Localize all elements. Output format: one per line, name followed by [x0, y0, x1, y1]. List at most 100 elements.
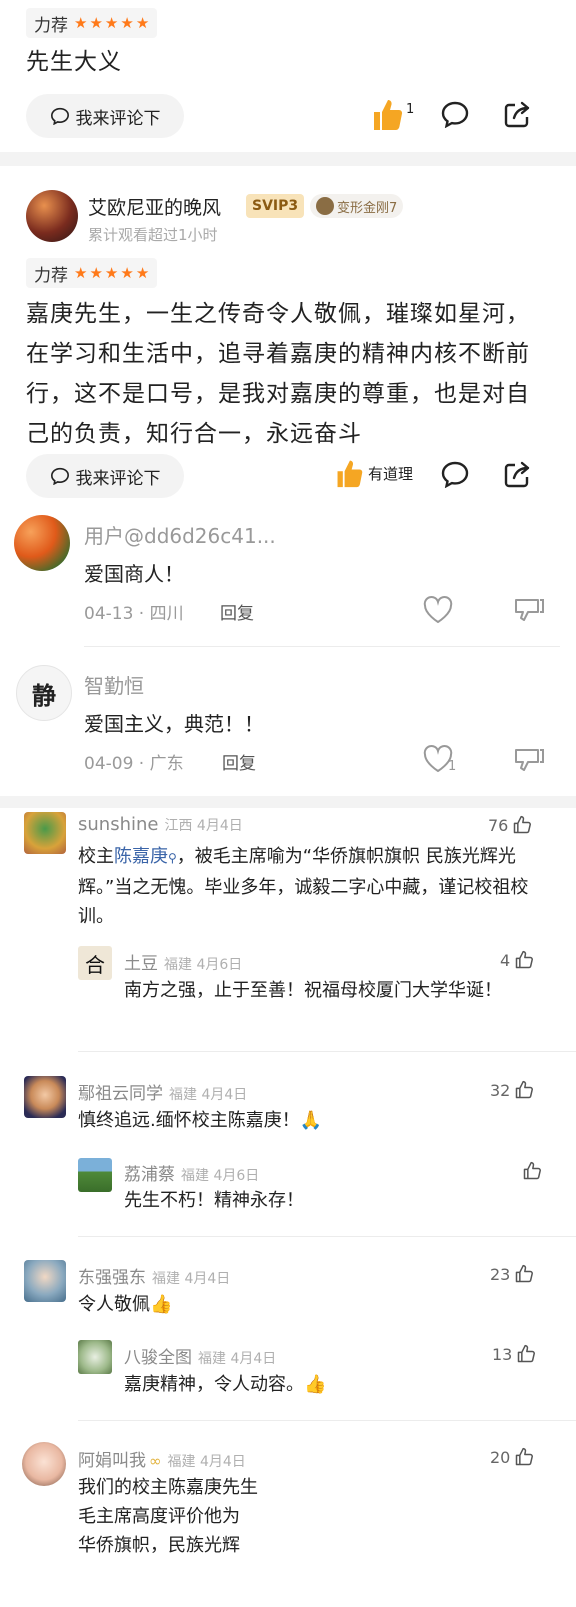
entity-link[interactable]: 陈嘉庚	[114, 846, 168, 867]
comment-username[interactable]: 土豆 福建 4月6日	[124, 949, 242, 974]
review-card-1: 力荐 ★ ★ ★ ★ ★ 先生大义 我来评论下 1	[0, 0, 576, 152]
comment-like-button[interactable]: 4	[500, 950, 534, 970]
avatar[interactable]	[24, 1260, 66, 1302]
thumbs-up-outline-icon	[523, 1161, 541, 1180]
star-icon: ★	[89, 13, 103, 32]
comment-username-text: 东强强东	[78, 1268, 146, 1288]
search-icon[interactable]: ⚲	[168, 851, 177, 865]
comment-meta: 江西 4月4日	[164, 818, 243, 834]
reply-meta: 04-13 · 四川	[84, 604, 184, 624]
comment-like-button[interactable]: 23	[490, 1264, 534, 1284]
thumbs-up-outline-icon	[514, 815, 532, 834]
comment-text: 令人敬佩👍	[78, 1294, 173, 1315]
rating-badge: 力荐 ★ ★ ★ ★ ★	[26, 258, 158, 288]
comment-bubble-icon	[50, 107, 69, 125]
comment-username-text: sunshine	[78, 814, 159, 835]
write-comment-button[interactable]: 我来评论下	[26, 94, 184, 138]
rating-stars: ★ ★ ★ ★ ★	[74, 263, 149, 282]
like-count: 1	[406, 101, 415, 117]
heart-count: 1	[448, 759, 457, 774]
medal-label: 变形金刚7	[337, 200, 398, 216]
star-icon: ★	[135, 13, 150, 32]
comment-text: 嘉庚精神，令人动容。👍	[124, 1374, 327, 1395]
avatar[interactable]: 静	[16, 665, 72, 721]
share-icon[interactable]	[502, 100, 532, 130]
section-divider	[0, 796, 576, 808]
agree-button[interactable]: 有道理	[334, 456, 413, 490]
comment-like-button[interactable]	[518, 1161, 542, 1181]
medal-icon	[316, 197, 334, 215]
thumbs-up-outline-icon	[516, 1264, 534, 1283]
reply-button[interactable]: 回复	[220, 599, 254, 624]
comment-like-button[interactable]: 13	[492, 1344, 536, 1364]
write-comment-label: 我来评论下	[75, 108, 161, 129]
avatar[interactable]	[14, 515, 70, 571]
comment-text: 校主陈嘉庚⚲，被毛主席喻为“华侨旗帜旗帜 民族光辉光辉。”当之无愧。毕业多年，诚…	[78, 842, 548, 931]
thread-divider	[78, 1420, 576, 1421]
comment-text: 我们的校主陈嘉庚先生 毛主席高度评价他为 华侨旗帜，民族光辉	[78, 1473, 548, 1560]
comment-username-text: 阿娟叫我	[78, 1451, 146, 1471]
comment-meta: 福建 4月4日	[169, 1087, 248, 1103]
star-icon: ★	[120, 263, 134, 282]
comment-like-count: 76	[488, 815, 509, 835]
heart-button[interactable]: 1	[422, 745, 457, 777]
comment-username[interactable]: 八骏全图 福建 4月4日	[124, 1343, 276, 1368]
reply-text: 爱国主义，典范！！	[84, 712, 264, 736]
rating-stars: ★ ★ ★ ★ ★	[74, 13, 150, 32]
like-button[interactable]: 1	[370, 96, 414, 132]
avatar[interactable]	[26, 190, 78, 242]
comment-like-count: 23	[490, 1264, 511, 1284]
star-icon: ★	[74, 263, 88, 282]
comment-text: 先生不朽！精神永存！	[124, 1190, 304, 1211]
avatar[interactable]: 合	[78, 946, 112, 980]
rating-badge: 力荐 ★ ★ ★ ★ ★	[26, 8, 158, 38]
comment-like-button[interactable]: 76	[488, 815, 532, 835]
rating-label: 力荐	[34, 15, 68, 36]
comment-meta: 福建 4月6日	[164, 957, 243, 973]
comment-username[interactable]: 阿娟叫我 ∞ 福建 4月4日	[78, 1446, 246, 1471]
thumbs-up-outline-icon	[516, 1080, 534, 1099]
reply-username[interactable]: 用户@dd6d26c41...	[84, 520, 276, 549]
thread-divider	[78, 1051, 576, 1052]
comment-like-count: 4	[500, 950, 511, 970]
thumbs-up-outline-icon	[518, 1344, 536, 1363]
dislike-icon[interactable]	[512, 596, 546, 624]
reply-button[interactable]: 回复	[222, 749, 256, 774]
share-icon[interactable]	[502, 460, 532, 490]
section-divider	[0, 152, 576, 166]
reply-username[interactable]: 智勤恒	[84, 670, 144, 699]
comment-like-button[interactable]: 20	[490, 1447, 534, 1467]
comment-username-text: 八骏全图	[124, 1348, 192, 1368]
comment-username[interactable]: sunshine 江西 4月4日	[78, 814, 243, 835]
comment-meta: 福建 4月6日	[181, 1168, 260, 1184]
comment-username[interactable]: 荔浦蔡 福建 4月6日	[124, 1160, 259, 1185]
write-comment-button[interactable]: 我来评论下	[26, 454, 184, 498]
avatar[interactable]	[78, 1340, 112, 1374]
comment-icon[interactable]	[440, 460, 470, 488]
avatar[interactable]	[24, 1076, 66, 1118]
thumbs-up-outline-icon	[515, 950, 534, 969]
comment-icon[interactable]	[440, 100, 470, 128]
review-text: 先生大义	[26, 49, 122, 75]
reply-text: 爱国商人！	[84, 562, 184, 586]
reply-divider	[84, 646, 560, 647]
comment-username[interactable]: 鄢祖云同学 福建 4月4日	[78, 1079, 247, 1104]
comment-bubble-icon	[50, 467, 69, 485]
avatar[interactable]	[22, 1442, 66, 1486]
avatar-glyph: 合	[85, 952, 105, 977]
heart-icon[interactable]	[422, 596, 454, 624]
comment-username-text: 荔浦蔡	[124, 1165, 175, 1185]
thumbs-up-icon	[337, 460, 363, 488]
avatar[interactable]	[24, 812, 66, 854]
username[interactable]: 艾欧尼亚的晚风	[88, 193, 221, 220]
thumbs-up-icon	[374, 100, 403, 130]
review-card-2: 艾欧尼亚的晚风 SVIP3 变形金刚7 累计观看超过1小时 力荐 ★ ★ ★ ★ ★ 嘉…	[0, 166, 576, 508]
comment-like-count: 20	[490, 1447, 511, 1467]
comment-like-button[interactable]: 32	[490, 1080, 534, 1100]
comment-line: 我们的校主陈嘉庚先生	[78, 1477, 258, 1498]
comment-username-text: 土豆	[124, 954, 158, 974]
dislike-icon[interactable]	[512, 746, 546, 774]
comment-username[interactable]: 东强强东 福建 4月4日	[78, 1263, 230, 1288]
avatar[interactable]	[78, 1158, 112, 1192]
avatar-glyph: 静	[32, 680, 56, 710]
